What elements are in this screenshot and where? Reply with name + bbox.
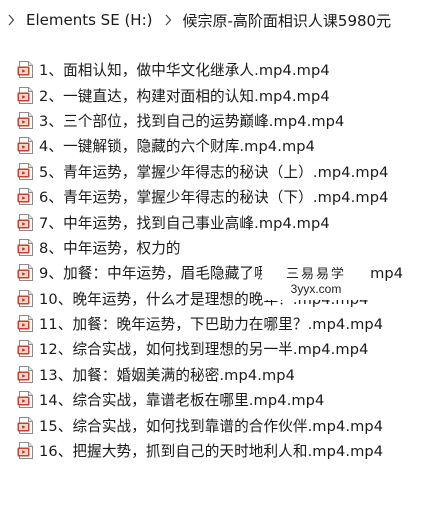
- breadcrumb-drive[interactable]: Elements SE (H:): [22, 9, 157, 31]
- watermark-title: 三易易学: [285, 266, 346, 282]
- file-row[interactable]: 16、把握大势，抓到自己的天时地利人和.mp4.mp4: [0, 438, 436, 463]
- file-row[interactable]: 6、青年运势，掌握少年得志的秘诀（下）.mp4.mp4: [0, 184, 436, 209]
- chevron-right-icon[interactable]: [0, 14, 22, 26]
- video-file-icon: [17, 136, 35, 155]
- video-file-icon: [17, 60, 35, 79]
- video-file-icon: [17, 441, 35, 460]
- video-file-icon: [17, 314, 35, 333]
- file-name: 5、青年运势，掌握少年得志的秘诀（上）.mp4.mp4: [39, 163, 389, 181]
- file-name: 13、加餐：婚姻美满的秘密.mp4.mp4: [39, 366, 296, 384]
- video-file-icon: [17, 390, 35, 409]
- video-file-icon: [17, 162, 35, 181]
- file-row[interactable]: 11、加餐：晚年运势，下巴助力在哪里？.mp4.mp4: [0, 311, 436, 336]
- file-row[interactable]: 1、面相认知，做中华文化继承人.mp4.mp4: [0, 57, 436, 82]
- watermark: 三易易学 3yyx.com: [262, 258, 370, 300]
- file-name: 11、加餐：晚年运势，下巴助力在哪里？.mp4.mp4: [39, 316, 384, 334]
- breadcrumb-folder[interactable]: 候宗原-高阶面相识人课5980元: [179, 8, 396, 33]
- video-file-icon: [17, 238, 35, 257]
- file-name: 1、面相认知，做中华文化继承人.mp4.mp4: [39, 62, 330, 80]
- breadcrumb: Elements SE (H:) 候宗原-高阶面相识人课5980元: [0, 0, 436, 40]
- file-name: 4、一键解锁，隐藏的六个财库.mp4.mp4: [39, 138, 316, 156]
- file-row[interactable]: 7、中年运势，找到自己事业高峰.mp4.mp4: [0, 209, 436, 234]
- file-row[interactable]: 4、一键解锁，隐藏的六个财库.mp4.mp4: [0, 133, 436, 158]
- video-file-icon: [17, 111, 35, 130]
- file-row[interactable]: 12、综合实战，如何找到理想的另一半.mp4.mp4: [0, 336, 436, 361]
- video-file-icon: [17, 289, 35, 308]
- file-list: 1、面相认知，做中华文化继承人.mp4.mp4 2、一键直达，构建对面相的认知.…: [0, 57, 436, 463]
- file-name: 7、中年运势，找到自己事业高峰.mp4.mp4: [39, 214, 330, 232]
- file-name: 12、综合实战，如何找到理想的另一半.mp4.mp4: [39, 341, 369, 359]
- file-name: 3、三个部位，找到自己的运势巅峰.mp4.mp4: [39, 112, 345, 130]
- file-name: 15、综合实战，如何找到靠谱的合作伙伴.mp4.mp4: [39, 417, 384, 435]
- video-file-icon: [17, 416, 35, 435]
- file-name: 2、一键直达，构建对面相的认知.mp4.mp4: [39, 87, 330, 105]
- video-file-icon: [17, 339, 35, 358]
- file-row[interactable]: 5、青年运势，掌握少年得志的秘诀（上）.mp4.mp4: [0, 159, 436, 184]
- video-file-icon: [17, 187, 35, 206]
- file-row[interactable]: 10、晚年运势，什么才是理想的晚年？.mp4.mp4: [0, 286, 436, 311]
- chevron-right-icon[interactable]: [157, 14, 179, 26]
- file-row[interactable]: 13、加餐：婚姻美满的秘密.mp4.mp4: [0, 362, 436, 387]
- file-row[interactable]: 9、加餐：中年运势，眉毛隐藏了哪些秘密？.mp4.mp4: [0, 260, 436, 285]
- watermark-url: 3yyx.com: [290, 281, 342, 296]
- video-file-icon: [17, 213, 35, 232]
- file-row[interactable]: 8、中年运势，权力的: [0, 235, 436, 260]
- video-file-icon: [17, 86, 35, 105]
- video-file-icon: [17, 365, 35, 384]
- file-row[interactable]: 2、一键直达，构建对面相的认知.mp4.mp4: [0, 82, 436, 107]
- file-name: 6、青年运势，掌握少年得志的秘诀（下）.mp4.mp4: [39, 189, 389, 207]
- file-name: 16、把握大势，抓到自己的天时地利人和.mp4.mp4: [39, 443, 384, 461]
- file-row[interactable]: 14、综合实战，靠谱老板在哪里.mp4.mp4: [0, 387, 436, 412]
- file-name: 8、中年运势，权力的: [39, 239, 181, 257]
- file-name: 14、综合实战，靠谱老板在哪里.mp4.mp4: [39, 392, 325, 410]
- file-row[interactable]: 15、综合实战，如何找到靠谱的合作伙伴.mp4.mp4: [0, 412, 436, 437]
- file-row[interactable]: 3、三个部位，找到自己的运势巅峰.mp4.mp4: [0, 108, 436, 133]
- video-file-icon: [17, 263, 35, 282]
